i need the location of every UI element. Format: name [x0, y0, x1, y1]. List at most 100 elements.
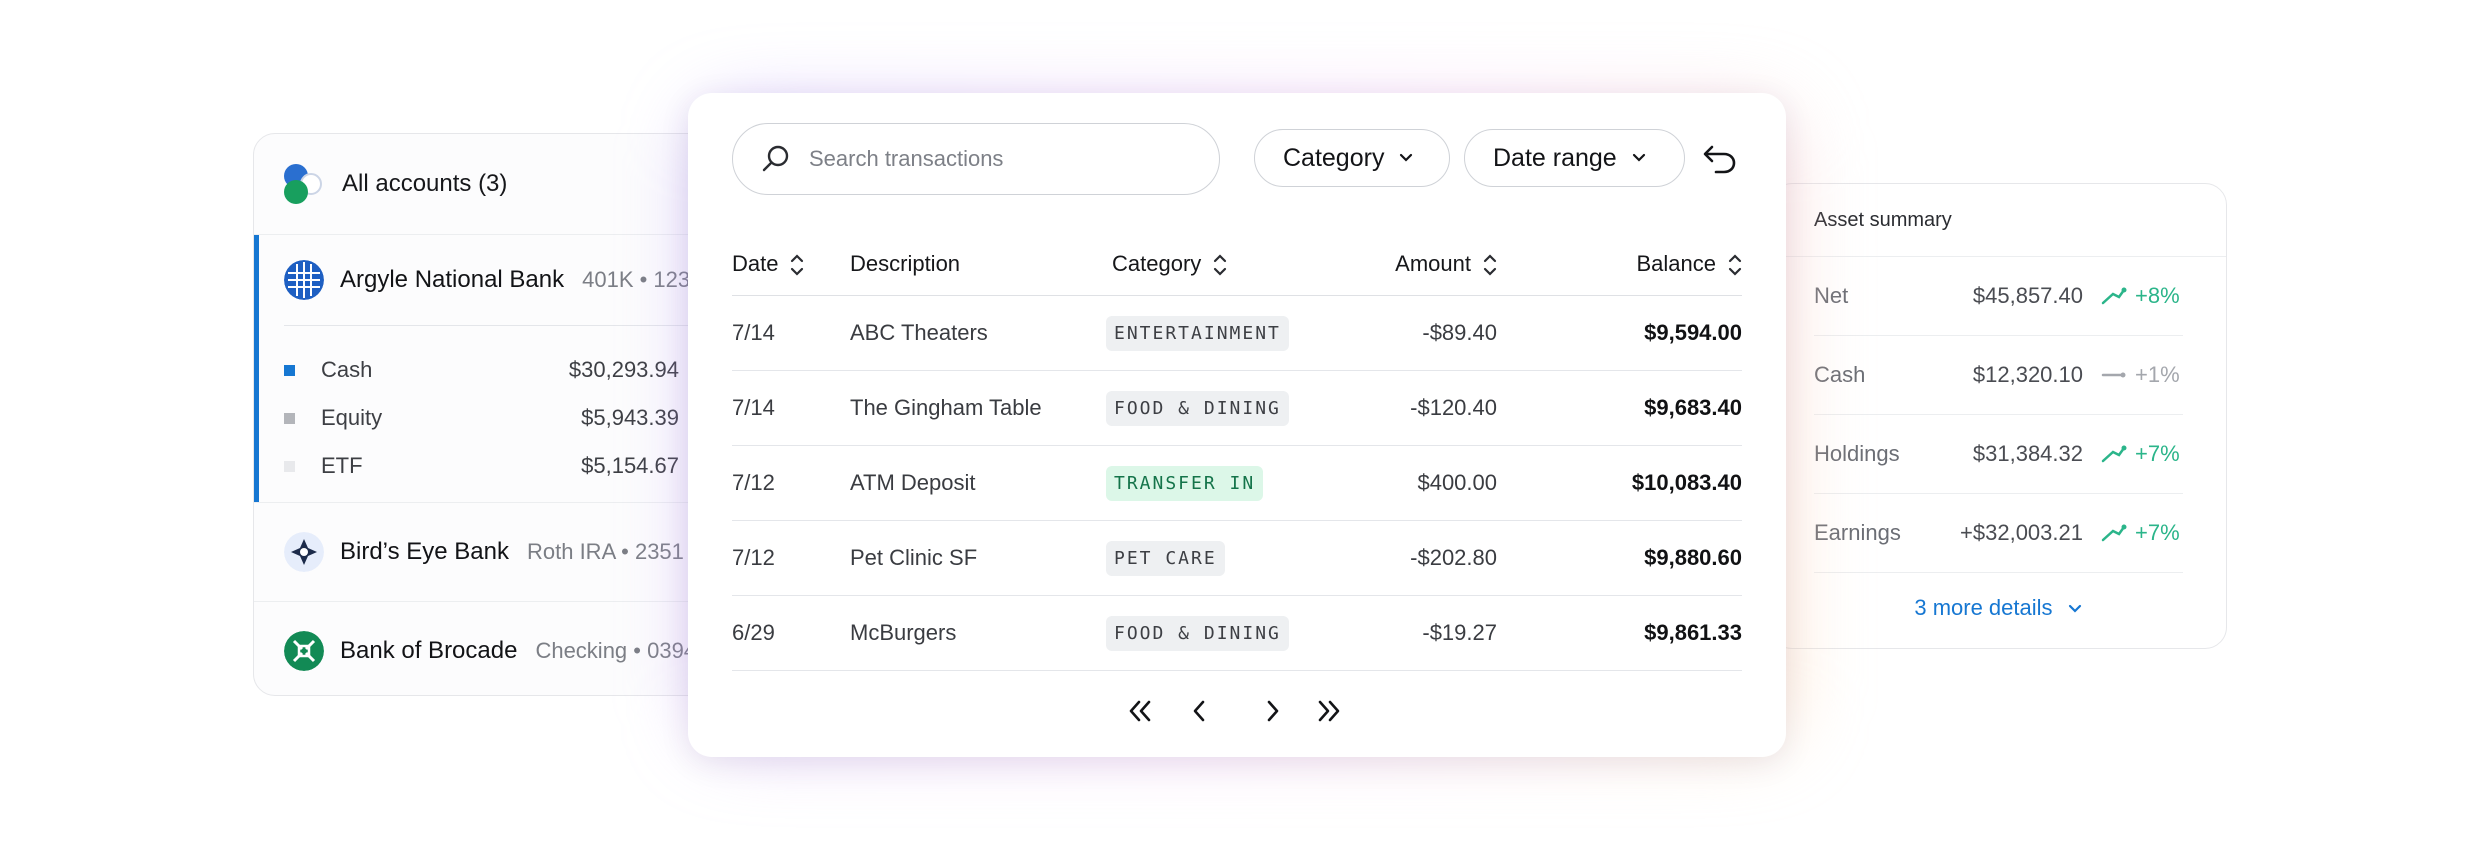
- cell-category: TRANSFER IN: [1106, 445, 1342, 521]
- next-page-button[interactable]: [1254, 693, 1290, 729]
- more-details-label: 3 more details: [1914, 595, 2053, 620]
- transactions-card: Category Date range Date Description Cat…: [688, 93, 1786, 757]
- cell-category: PET CARE: [1106, 520, 1342, 596]
- cell-amount: -$202.80: [1342, 520, 1497, 596]
- column-header-description: Description: [850, 233, 1112, 296]
- column-label: Balance: [1636, 250, 1716, 276]
- cell-description: ABC Theaters: [850, 295, 1112, 371]
- previous-page-button[interactable]: [1182, 693, 1218, 729]
- cell-category: FOOD & DINING: [1106, 370, 1342, 446]
- pagination: [688, 693, 1786, 733]
- cell-amount: -$89.40: [1342, 295, 1497, 371]
- category-chip: ENTERTAINMENT: [1106, 315, 1289, 351]
- summary-row-earnings: Earnings +$32,003.21 +7%: [1814, 494, 2183, 573]
- category-chip: TRANSFER IN: [1106, 465, 1264, 501]
- table-row[interactable]: 7/12 Pet Clinic SF PET CARE -$202.80 $9,…: [732, 520, 1742, 596]
- column-header-category[interactable]: Category: [1112, 233, 1342, 296]
- column-label: Date: [732, 250, 779, 276]
- summary-change: +7%: [2135, 520, 2180, 545]
- all-accounts-title: All accounts (3): [342, 170, 508, 197]
- cell-description: McBurgers: [850, 595, 1112, 671]
- asset-summary-card: Asset summary Net $45,857.40 +8% Cash $1…: [1770, 183, 2227, 649]
- table-row[interactable]: 7/14 ABC Theaters ENTERTAINMENT -$89.40 …: [732, 295, 1742, 371]
- date-range-filter[interactable]: Date range: [1464, 129, 1685, 187]
- cell-description: ATM Deposit: [850, 445, 1112, 521]
- holding-color-swatch: [284, 460, 295, 472]
- summary-label: Holdings: [1814, 441, 1900, 466]
- cell-date: 7/12: [732, 445, 850, 521]
- first-page-button[interactable]: [1122, 693, 1158, 729]
- chevron-down-icon: [2068, 604, 2081, 613]
- trend-up-icon: [2101, 287, 2127, 305]
- holding-value: $30,293.94: [568, 357, 679, 382]
- cell-description: Pet Clinic SF: [850, 520, 1112, 596]
- holding-label: Equity: [321, 405, 383, 430]
- sort-icon: [1483, 254, 1497, 276]
- summary-value: $12,320.10: [1972, 362, 2083, 387]
- holding-color-swatch: [284, 364, 295, 376]
- category-chip: FOOD & DINING: [1106, 615, 1289, 651]
- double-chevron-left-icon: [1129, 700, 1151, 722]
- holding-label: Cash: [321, 357, 373, 382]
- cell-balance: $10,083.40: [1497, 445, 1742, 521]
- search-input[interactable]: [807, 145, 1191, 173]
- summary-label: Earnings: [1814, 520, 1901, 545]
- column-header-balance[interactable]: Balance: [1497, 233, 1742, 296]
- cell-balance: $9,594.00: [1497, 295, 1742, 371]
- table-header-row: Date Description Category Amount Balance: [732, 233, 1742, 296]
- holding-value: $5,154.67: [581, 453, 679, 478]
- summary-value: +$32,003.21: [1960, 520, 2083, 545]
- cell-balance: $9,880.60: [1497, 520, 1742, 596]
- summary-value: $45,857.40: [1972, 283, 2083, 308]
- more-details-link[interactable]: 3 more details: [1771, 595, 2226, 621]
- bank-name: Bank of Brocade: [340, 637, 518, 664]
- summary-value: $31,384.32: [1972, 441, 2083, 466]
- cell-date: 7/12: [732, 520, 850, 596]
- cell-amount: -$19.27: [1342, 595, 1497, 671]
- holding-color-swatch: [284, 412, 295, 424]
- last-page-button[interactable]: [1311, 693, 1347, 729]
- bank-account-meta: Roth IRA • 2351: [526, 539, 684, 564]
- summary-trend: +7%: [2101, 441, 2183, 467]
- transactions-table: Date Description Category Amount Balance…: [732, 233, 1742, 671]
- column-header-amount[interactable]: Amount: [1342, 233, 1497, 296]
- summary-row-net: Net $45,857.40 +8%: [1814, 257, 2183, 336]
- double-chevron-right-icon: [1318, 700, 1340, 722]
- brocade-bank-logo-icon: [284, 631, 324, 671]
- column-header-date[interactable]: Date: [732, 233, 850, 296]
- cell-date: 6/29: [732, 595, 850, 671]
- cell-date: 7/14: [732, 370, 850, 446]
- summary-change: +7%: [2135, 441, 2180, 466]
- bank-account-meta: Checking • 0394: [535, 638, 697, 663]
- table-row[interactable]: 7/14 The Gingham Table FOOD & DINING -$1…: [732, 370, 1742, 446]
- search-field[interactable]: [732, 123, 1220, 195]
- summary-row-holdings: Holdings $31,384.32 +7%: [1814, 415, 2183, 494]
- summary-change: +1%: [2135, 362, 2180, 387]
- cell-amount: $400.00: [1342, 445, 1497, 521]
- chevron-down-icon: [1632, 153, 1645, 162]
- cell-date: 7/14: [732, 295, 850, 371]
- summary-label: Cash: [1814, 362, 1866, 387]
- cell-balance: $9,683.40: [1497, 370, 1742, 446]
- undo-reset-icon[interactable]: [1702, 143, 1738, 175]
- argyle-bank-logo-icon: [284, 260, 324, 300]
- sort-icon: [1728, 254, 1742, 276]
- summary-label: Net: [1814, 283, 1849, 308]
- column-label: Description: [850, 251, 961, 276]
- column-label: Amount: [1395, 250, 1471, 276]
- trend-up-icon: [2101, 524, 2127, 542]
- cell-amount: -$120.40: [1342, 370, 1497, 446]
- trend-up-icon: [2101, 445, 2127, 463]
- search-icon: [762, 145, 789, 172]
- table-row[interactable]: 7/12 ATM Deposit TRANSFER IN $400.00 $10…: [732, 445, 1742, 521]
- column-label: Category: [1112, 250, 1202, 276]
- summary-trend: +8%: [2101, 283, 2183, 309]
- chevron-left-icon: [1193, 700, 1205, 722]
- chevron-down-icon: [1400, 153, 1413, 162]
- table-row[interactable]: 6/29 McBurgers FOOD & DINING -$19.27 $9,…: [732, 595, 1742, 671]
- category-filter[interactable]: Category: [1254, 129, 1450, 187]
- bank-account-meta: 401K • 1234: [582, 267, 703, 292]
- cell-category: ENTERTAINMENT: [1106, 295, 1342, 371]
- cell-description: The Gingham Table: [850, 370, 1112, 446]
- category-chip: PET CARE: [1106, 540, 1225, 576]
